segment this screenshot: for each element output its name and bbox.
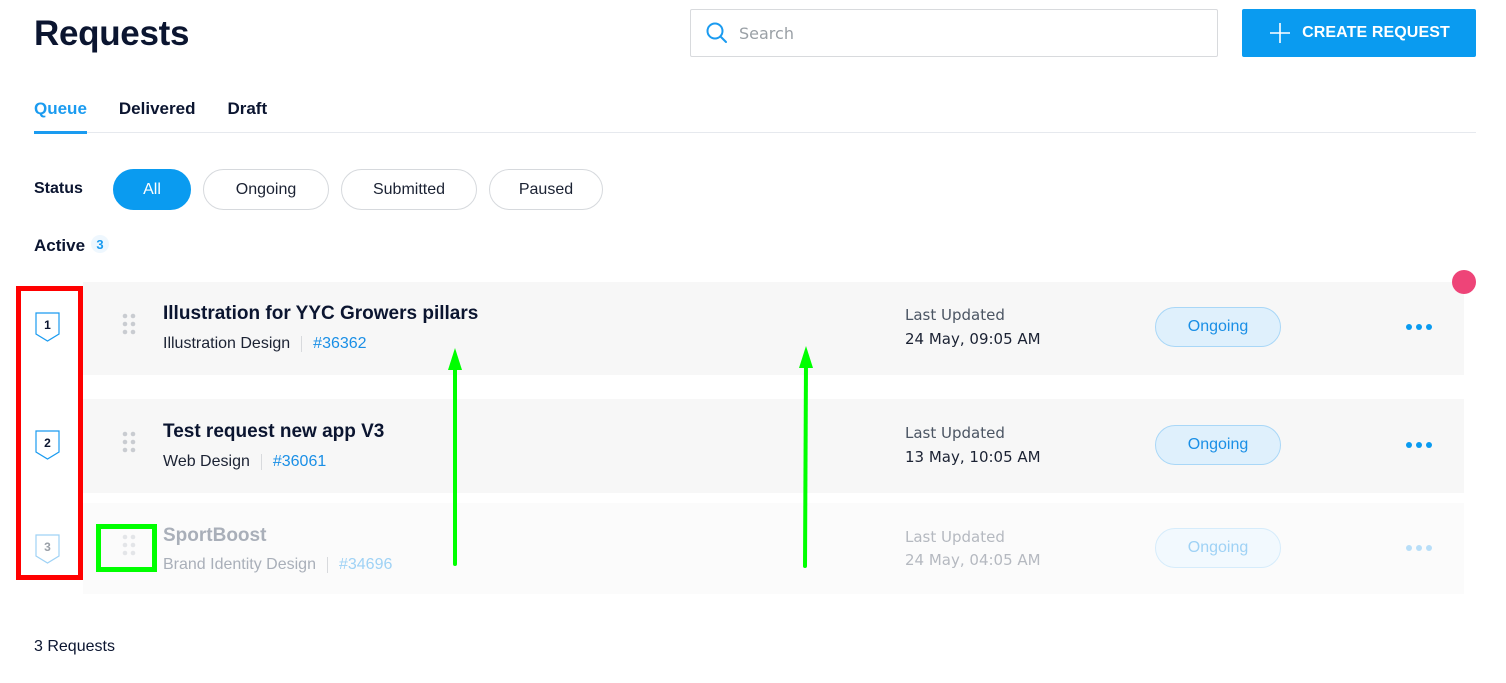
- last-updated-label: Last Updated: [905, 306, 1005, 324]
- request-row[interactable]: Illustration for YYC Growers pillars Ill…: [83, 282, 1464, 375]
- drag-handle-icon[interactable]: [121, 430, 137, 456]
- annotation-arrow-up-icon: [448, 348, 462, 566]
- request-title[interactable]: Illustration for YYC Growers pillars: [163, 303, 478, 325]
- status-badge: Ongoing: [1155, 307, 1281, 347]
- annotation-arrow-up-icon: [799, 346, 813, 568]
- active-count-badge: 3: [91, 235, 110, 253]
- request-title[interactable]: SportBoost: [163, 525, 266, 547]
- divider: [301, 336, 303, 352]
- tab-bar: Queue Delivered Draft: [34, 96, 1476, 134]
- tab-delivered[interactable]: Delivered: [119, 96, 196, 133]
- filter-chip-all[interactable]: All: [113, 169, 191, 210]
- search-input[interactable]: [739, 23, 1179, 43]
- request-category: Brand Identity Design: [163, 556, 316, 573]
- filter-chip-paused[interactable]: Paused: [489, 169, 603, 210]
- request-meta: Web Design #36061: [163, 453, 326, 471]
- request-meta: Brand Identity Design #34696: [163, 556, 392, 574]
- create-request-button[interactable]: CREATE REQUEST: [1242, 9, 1476, 57]
- plus-icon: [1270, 23, 1291, 43]
- request-title[interactable]: Test request new app V3: [163, 421, 384, 443]
- active-section-header: Active 3: [34, 235, 110, 256]
- request-count: 3 Requests: [34, 638, 115, 655]
- divider: [260, 454, 262, 470]
- request-id-link[interactable]: #34696: [339, 556, 392, 574]
- last-updated-label: Last Updated: [905, 528, 1005, 546]
- divider: [326, 557, 328, 573]
- request-category: Illustration Design: [163, 335, 291, 352]
- more-horizontal-icon[interactable]: [1403, 435, 1435, 455]
- request-row[interactable]: SportBoost Brand Identity Design #34696 …: [83, 503, 1464, 594]
- status-badge: Ongoing: [1155, 425, 1281, 465]
- notification-dot: [1452, 270, 1476, 294]
- request-row[interactable]: Test request new app V3 Web Design #3606…: [83, 399, 1464, 493]
- annotation-rank-highlight: [16, 286, 83, 580]
- request-meta: Illustration Design #36362: [163, 335, 367, 353]
- create-request-label: CREATE REQUEST: [1302, 24, 1450, 41]
- filter-chip-ongoing[interactable]: Ongoing: [203, 169, 329, 210]
- annotation-drag-handle-highlight: [96, 524, 157, 572]
- filter-chip-submitted[interactable]: Submitted: [341, 169, 477, 210]
- last-updated-date: 24 May, 09:05 AM: [905, 330, 1041, 348]
- status-filter: Status All Ongoing Submitted Paused: [34, 169, 615, 210]
- last-updated-date: 24 May, 04:05 AM: [905, 551, 1041, 569]
- status-badge: Ongoing: [1155, 528, 1281, 568]
- drag-handle-icon[interactable]: [121, 312, 137, 338]
- page-title: Requests: [34, 14, 190, 53]
- more-horizontal-icon[interactable]: [1403, 317, 1435, 337]
- last-updated-date: 13 May, 10:05 AM: [905, 448, 1041, 466]
- request-id-link[interactable]: #36061: [273, 453, 326, 471]
- tab-draft[interactable]: Draft: [227, 96, 267, 133]
- last-updated-label: Last Updated: [905, 424, 1005, 442]
- search-icon: [706, 22, 727, 43]
- more-horizontal-icon[interactable]: [1403, 538, 1435, 558]
- tab-queue[interactable]: Queue: [34, 96, 87, 134]
- search-box[interactable]: [690, 9, 1218, 57]
- status-label: Status: [34, 179, 83, 197]
- request-id-link[interactable]: #36362: [313, 335, 366, 353]
- request-category: Web Design: [163, 453, 250, 470]
- active-label: Active: [34, 236, 86, 255]
